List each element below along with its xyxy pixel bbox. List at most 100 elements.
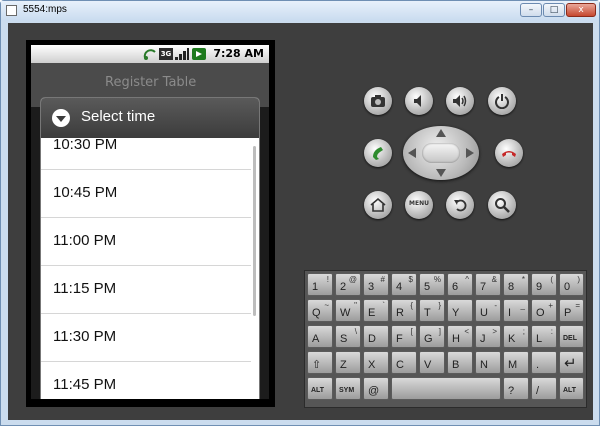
alt-key-right[interactable]: ALT (559, 377, 584, 400)
time-label: 11:15 PM (53, 280, 117, 297)
key[interactable]: P = (559, 299, 584, 322)
key[interactable]: X (363, 351, 389, 374)
power-icon (495, 94, 509, 109)
search-icon (495, 198, 510, 213)
key[interactable]: 6 ^ (447, 273, 473, 296)
volume-up-icon (453, 95, 467, 107)
status-time: 7:28 AM (213, 47, 264, 60)
time-option[interactable]: 11:45 PM (41, 362, 251, 399)
key[interactable]: A (307, 325, 333, 348)
key[interactable]: N (475, 351, 501, 374)
key[interactable]: 2 @ (335, 273, 361, 296)
dpad[interactable] (403, 126, 479, 180)
space-key[interactable] (391, 377, 501, 400)
key[interactable]: 3 # (363, 273, 389, 296)
key[interactable]: B (447, 351, 473, 374)
time-option[interactable]: 10:45 PM (41, 170, 251, 218)
emulator-body: 3G 7:28 AM Register Table Select time 10… (8, 23, 593, 420)
shift-key[interactable]: ⇧ (307, 351, 333, 374)
window-title: 5554:mps (23, 4, 67, 15)
key[interactable]: 4 $ (391, 273, 417, 296)
volume-down-button[interactable] (405, 87, 433, 115)
question-key[interactable]: ? (503, 377, 529, 400)
end-call-icon (502, 151, 516, 157)
key[interactable]: J > (475, 325, 501, 348)
key[interactable]: 5% (419, 273, 445, 296)
sync-icon (143, 49, 156, 60)
key[interactable]: G] (419, 325, 445, 348)
app-title: Register Table (105, 75, 197, 90)
search-button[interactable] (488, 191, 516, 219)
device-screen-area: 3G 7:28 AM Register Table Select time 10… (8, 23, 288, 420)
list-scrollbar[interactable] (253, 146, 256, 316)
time-list[interactable]: 10:30 PM 10:45 PM 11:00 PM 11:15 PM 11:3… (41, 136, 259, 399)
key[interactable]: Z (335, 351, 361, 374)
key[interactable]: U- (475, 299, 501, 322)
key[interactable]: Y (447, 299, 473, 322)
volume-up-button[interactable] (446, 87, 474, 115)
key[interactable]: H < (447, 325, 473, 348)
call-icon (373, 147, 383, 160)
time-label: 11:45 PM (53, 376, 117, 393)
key[interactable]: V (419, 351, 445, 374)
time-option[interactable]: 11:00 PM (41, 218, 251, 266)
key[interactable]: O + (531, 299, 557, 322)
select-time-dialog: Select time 10:30 PM 10:45 PM 11:00 PM 1… (41, 98, 259, 399)
key[interactable]: M (503, 351, 529, 374)
home-button[interactable] (364, 191, 392, 219)
dpad-up-icon (436, 129, 446, 137)
call-button[interactable] (364, 139, 392, 167)
key[interactable]: R{ (391, 299, 417, 322)
menu-label: MENU (409, 200, 429, 207)
power-button[interactable] (488, 87, 516, 115)
signal-icon (175, 48, 189, 60)
dpad-left-icon (408, 148, 416, 158)
key[interactable]: . (531, 351, 557, 374)
key[interactable]: T} (419, 299, 445, 322)
dpad-right-icon (466, 148, 474, 158)
dpad-down-icon (436, 169, 446, 177)
slash-key[interactable]: / (531, 377, 557, 400)
end-call-button[interactable] (495, 139, 523, 167)
enter-key[interactable]: ↵ (559, 351, 584, 374)
back-button[interactable] (446, 191, 474, 219)
time-option[interactable]: 11:30 PM (41, 314, 251, 362)
sym-key[interactable]: SYM (335, 377, 361, 400)
network-3g-icon: 3G (159, 48, 173, 60)
key[interactable]: 1! (307, 273, 333, 296)
device-screen[interactable]: 3G 7:28 AM Register Table Select time 10… (31, 45, 269, 399)
key[interactable]: 8 * (503, 273, 529, 296)
time-option[interactable]: 10:30 PM (41, 122, 251, 170)
home-icon (370, 197, 386, 212)
key[interactable]: K; (503, 325, 529, 348)
key[interactable]: I _ (503, 299, 529, 322)
time-label: 11:30 PM (53, 328, 117, 345)
key[interactable]: 7 & (475, 273, 501, 296)
key[interactable]: W " (335, 299, 361, 322)
window-titlebar[interactable]: 5554:mps – □ x (1, 1, 599, 21)
hardware-controls: MENU (288, 23, 593, 273)
key[interactable]: F[ (391, 325, 417, 348)
key[interactable]: Q ~ (307, 299, 333, 322)
key[interactable]: D (363, 325, 389, 348)
key[interactable]: 9( (531, 273, 557, 296)
dpad-center-button[interactable] (422, 143, 460, 163)
alt-key-left[interactable]: ALT (307, 377, 333, 400)
back-icon (454, 199, 467, 212)
maximize-button[interactable]: □ (543, 3, 565, 17)
at-key[interactable]: @ (363, 377, 389, 400)
minimize-button[interactable]: – (520, 3, 542, 17)
camera-icon (371, 95, 385, 107)
delete-key[interactable]: DEL (559, 325, 584, 348)
volume-down-icon (414, 95, 421, 107)
camera-button[interactable] (364, 87, 392, 115)
time-option[interactable]: 11:15 PM (41, 266, 251, 314)
key[interactable]: S \ (335, 325, 361, 348)
key[interactable]: C (391, 351, 417, 374)
key[interactable]: L: (531, 325, 557, 348)
emulator-window: 5554:mps – □ x 3G 7:28 AM Register Table… (0, 0, 600, 426)
key[interactable]: 0) (559, 273, 584, 296)
close-button[interactable]: x (566, 3, 596, 17)
key[interactable]: E ` (363, 299, 389, 322)
menu-button[interactable]: MENU (405, 191, 433, 219)
